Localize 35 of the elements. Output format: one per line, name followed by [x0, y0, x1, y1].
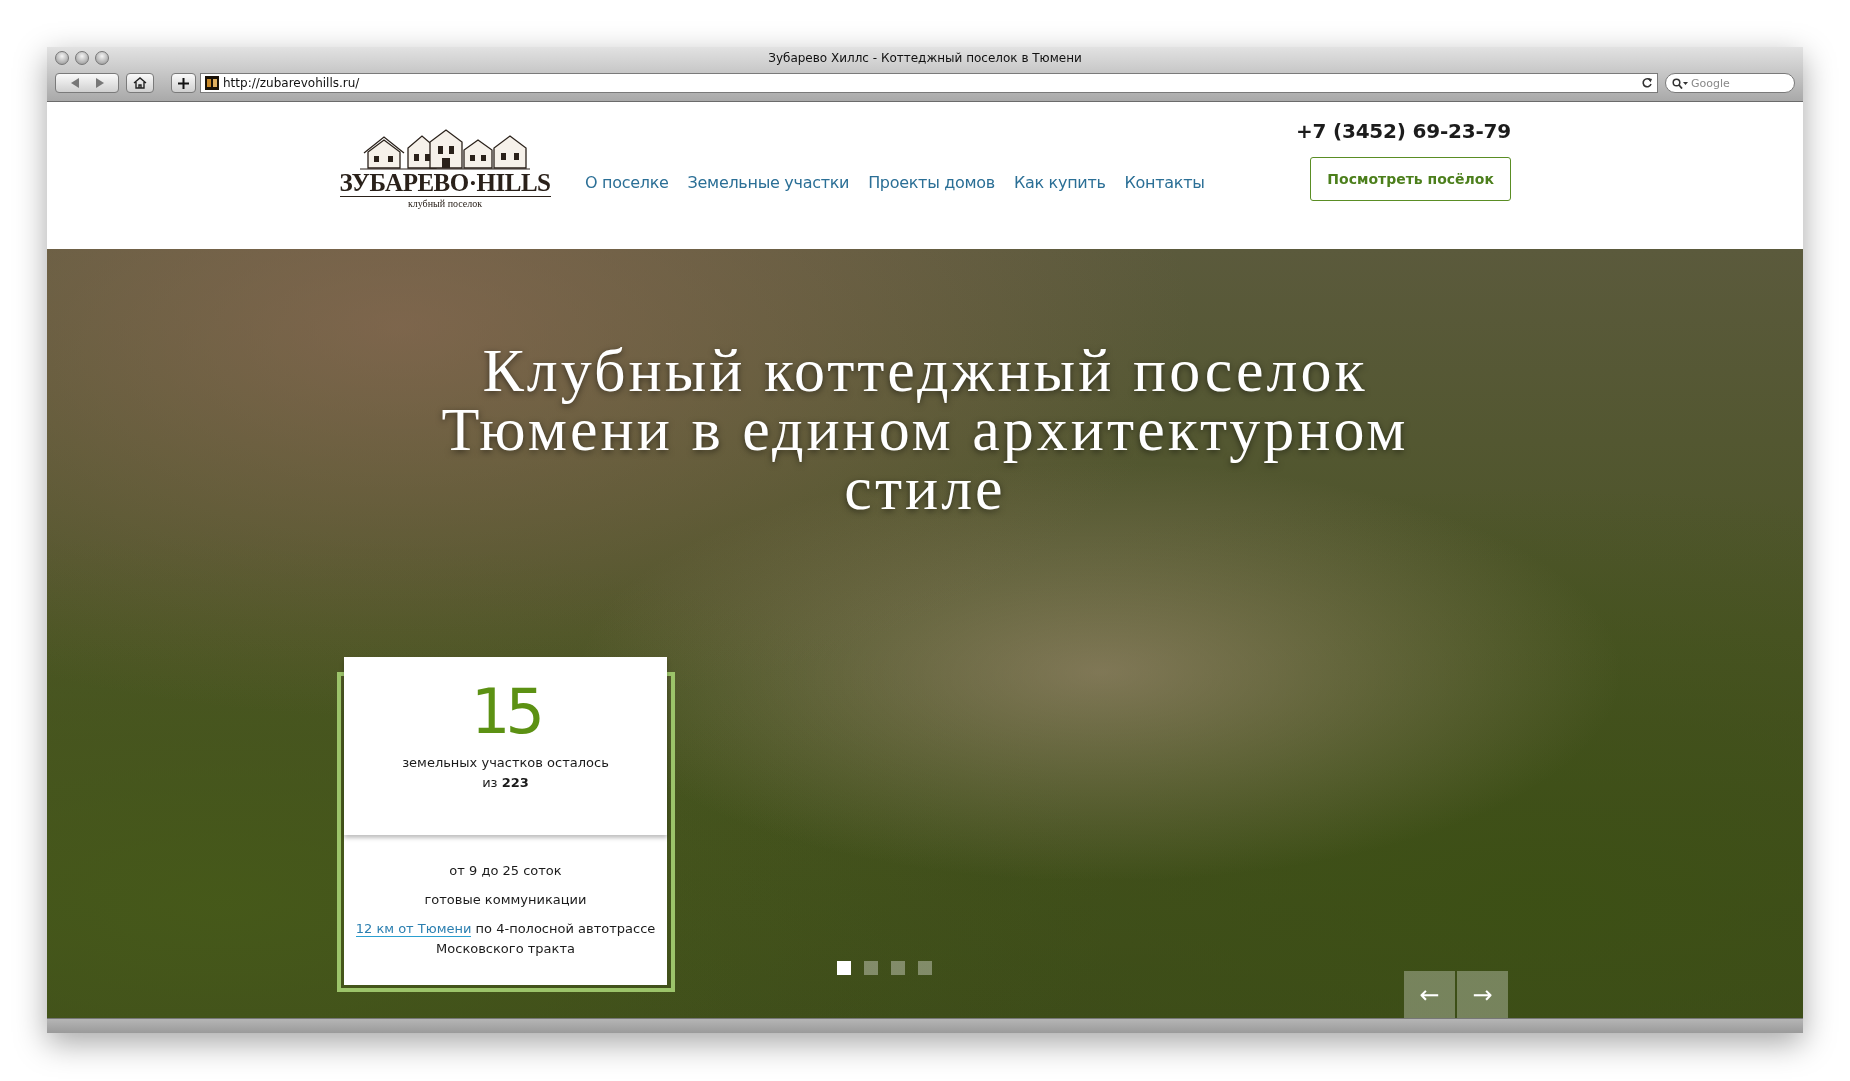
search-field[interactable]: Google [1665, 73, 1795, 93]
distance-link[interactable]: 12 км от Тюмени [355, 921, 472, 937]
home-icon [133, 77, 147, 89]
zoom-button[interactable] [95, 51, 109, 65]
previous-slide-button[interactable]: ← [1404, 971, 1455, 1018]
feature-text: 12 км от Тюмени по 4-полосной автотрассе Московского тракта [354, 920, 657, 958]
close-button[interactable] [55, 51, 69, 65]
minimize-button[interactable] [75, 51, 89, 65]
nav-link[interactable]: Земельные участки [687, 173, 850, 192]
nav-link[interactable]: О поселке [585, 173, 669, 192]
window-title: Зубарево Хиллс - Коттеджный поселок в Тюмени [768, 51, 1082, 65]
plus-icon [178, 77, 189, 89]
next-slide-button[interactable]: → [1457, 971, 1508, 1018]
plots-total: из 223 [481, 774, 530, 792]
feature-text: готовые коммуникации [423, 891, 588, 909]
forward-icon [95, 78, 104, 88]
search-icon [1672, 77, 1688, 89]
phone-number: +7 (3452) 69-23-79 [1295, 119, 1511, 143]
nav-link[interactable]: Как купить [1013, 173, 1106, 192]
nav-link[interactable]: Проекты домов [868, 173, 995, 192]
view-village-button[interactable]: Посмотреть посёлок [1310, 157, 1511, 201]
back-forward-button[interactable] [55, 73, 119, 93]
nav-link[interactable]: Контакты [1124, 173, 1205, 192]
home-button[interactable] [126, 73, 154, 93]
back-icon [70, 78, 79, 88]
plots-count: 15 [471, 681, 540, 743]
logo-tagline: клубный поселок [407, 198, 483, 209]
plots-caption: земельных участков осталось [401, 754, 610, 772]
reload-icon[interactable] [1641, 77, 1653, 89]
logo-wordmark: ЗУБАРЕВО·HILLS [339, 170, 551, 197]
favicon-icon [205, 76, 219, 90]
address-bar[interactable]: http://zubarevohills.ru/ [200, 73, 1658, 93]
feature-text: от 9 до 25 соток [448, 862, 563, 880]
add-bookmark-button[interactable] [171, 73, 196, 93]
hero-heading: Клубный коттеджный поселок Тюмени в едином архитектурном стиле [440, 341, 1410, 518]
